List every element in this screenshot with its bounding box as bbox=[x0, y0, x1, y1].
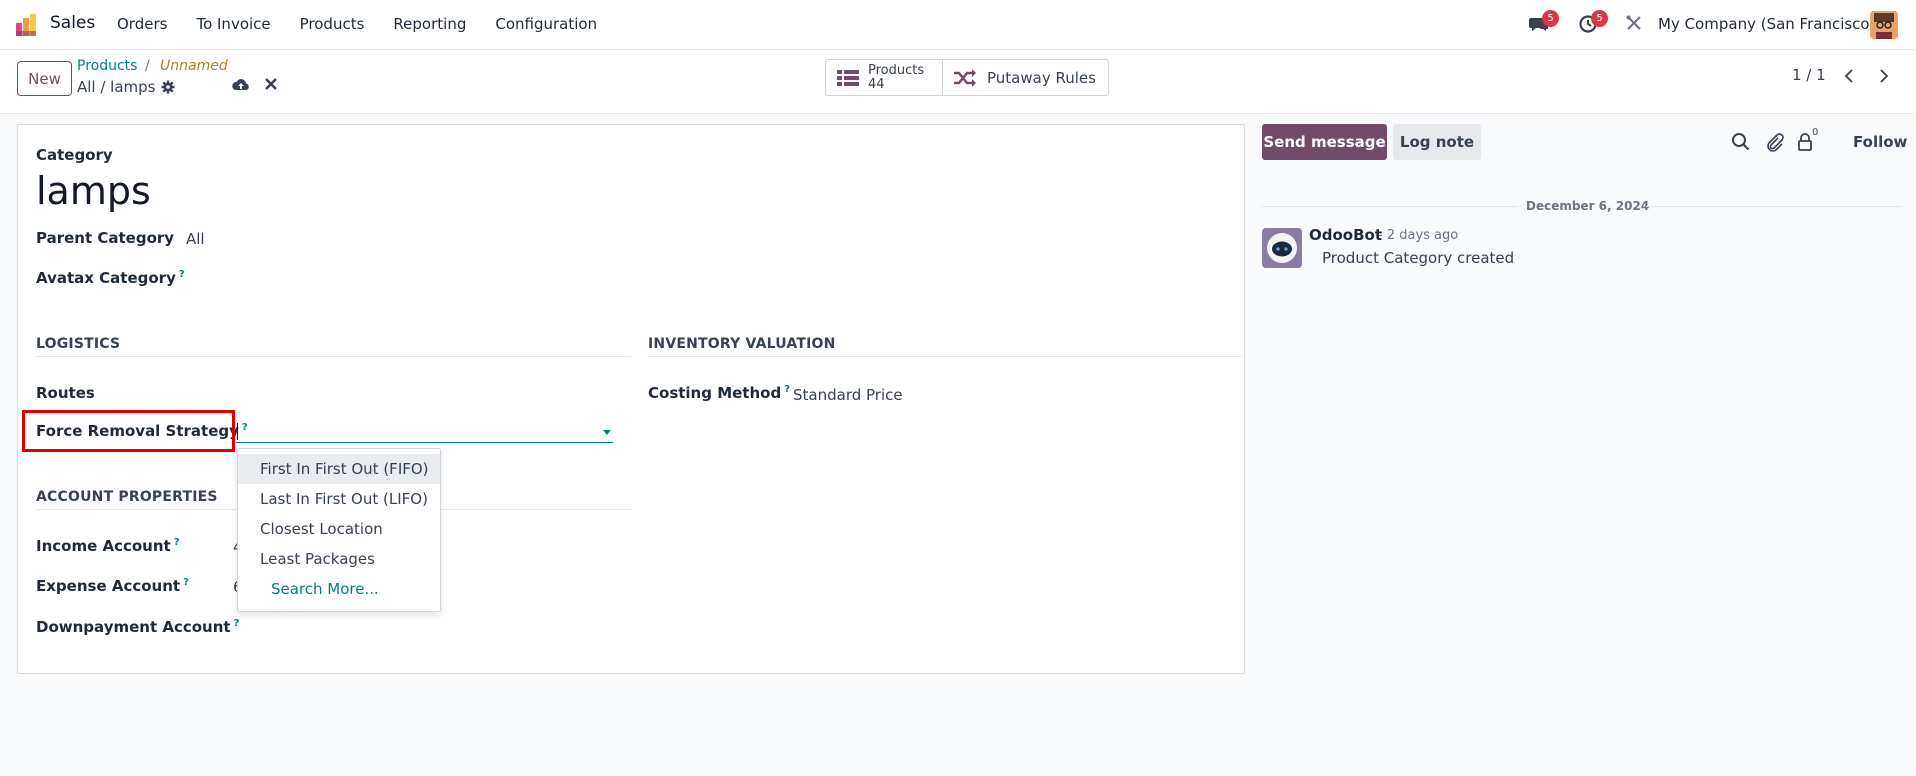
user-face-icon bbox=[1870, 11, 1898, 39]
menu-to-invoice[interactable]: To Invoice bbox=[196, 15, 270, 33]
dropdown-option-least-packages[interactable]: Least Packages bbox=[238, 544, 440, 574]
income-account-text: Income Account bbox=[36, 537, 171, 555]
user-lock-icon bbox=[1798, 133, 1812, 151]
dropdown-option-fifo[interactable]: First In First Out (FIFO) bbox=[238, 454, 440, 484]
app-name[interactable]: Sales bbox=[50, 13, 95, 33]
chevron-right-icon bbox=[1880, 69, 1889, 83]
putaway-rules-button[interactable]: Putaway Rules bbox=[942, 60, 1108, 95]
smart-buttons: Products 44 Putaway Rules bbox=[825, 59, 1109, 96]
text-caret bbox=[237, 423, 238, 440]
follow-button[interactable]: Follow bbox=[1853, 133, 1907, 151]
products-smart-count: 44 bbox=[868, 77, 885, 92]
sales-app-icon[interactable] bbox=[14, 12, 40, 38]
logistics-section-title: LOGISTICS bbox=[36, 336, 121, 352]
category-label: Category bbox=[36, 146, 113, 164]
company-switcher[interactable]: My Company (San Francisco) bbox=[1658, 15, 1875, 33]
downpayment-account-label: Downpayment Account? bbox=[36, 618, 239, 636]
shuffle-icon bbox=[954, 68, 976, 87]
tools-icon bbox=[1626, 15, 1641, 30]
gear-icon[interactable] bbox=[161, 80, 175, 94]
menu-configuration[interactable]: Configuration bbox=[495, 15, 597, 33]
removal-strategy-dropdown: First In First Out (FIFO) Last In First … bbox=[237, 448, 441, 612]
inventory-divider bbox=[648, 356, 1242, 357]
chevron-left-icon bbox=[1844, 69, 1853, 83]
help-tooltip-icon[interactable]: ? bbox=[174, 537, 180, 548]
message-author[interactable]: OdooBot bbox=[1309, 226, 1382, 244]
date-separator-line-left bbox=[1262, 206, 1518, 207]
activities-badge: 5 bbox=[1591, 10, 1608, 27]
dropdown-option-lifo[interactable]: Last In First Out (LIFO) bbox=[238, 484, 440, 514]
messages-badge: 5 bbox=[1542, 10, 1559, 27]
category-name-field[interactable]: lamps bbox=[36, 169, 151, 213]
avatax-category-text: Avatax Category bbox=[36, 269, 176, 287]
help-tooltip-icon[interactable]: ? bbox=[234, 618, 240, 629]
parent-category-field[interactable]: All bbox=[186, 230, 205, 248]
products-smart-label: Products bbox=[868, 63, 925, 78]
account-properties-title: ACCOUNT PROPERTIES bbox=[36, 489, 218, 505]
messages-button[interactable]: 5 bbox=[1529, 10, 1559, 36]
close-icon[interactable] bbox=[264, 77, 278, 91]
log-note-button[interactable]: Log note bbox=[1393, 124, 1481, 160]
debug-tools-button[interactable] bbox=[1625, 14, 1647, 36]
cloud-upload-icon[interactable] bbox=[232, 77, 250, 93]
expense-account-text: Expense Account bbox=[36, 577, 181, 595]
help-tooltip-icon[interactable]: ? bbox=[179, 269, 185, 280]
breadcrumb-unnamed[interactable]: Unnamed bbox=[160, 58, 228, 74]
dropdown-search-more[interactable]: Search More... bbox=[238, 574, 440, 604]
robot-icon bbox=[1262, 228, 1302, 268]
main-menu: Orders To Invoice Products Reporting Con… bbox=[117, 15, 626, 33]
downpayment-account-text: Downpayment Account bbox=[36, 618, 231, 636]
breadcrumb-products[interactable]: Products bbox=[77, 58, 137, 74]
force-removal-strategy-input[interactable] bbox=[236, 419, 613, 443]
paperclip-icon[interactable] bbox=[1764, 132, 1784, 152]
followers-count: 0 bbox=[1812, 127, 1819, 138]
menu-products[interactable]: Products bbox=[300, 15, 365, 33]
logistics-divider bbox=[36, 356, 631, 357]
control-panel: New Products / Unnamed All / lamps Produ… bbox=[0, 51, 1916, 114]
avatax-category-label: Avatax Category? bbox=[36, 269, 185, 287]
expense-account-label: Expense Account? bbox=[36, 577, 189, 595]
pager-next-button[interactable] bbox=[1868, 61, 1900, 91]
menu-orders[interactable]: Orders bbox=[117, 15, 167, 33]
followers-button[interactable]: 0 bbox=[1797, 127, 1827, 152]
products-smart-button[interactable]: Products 44 bbox=[826, 60, 942, 95]
income-account-label: Income Account? bbox=[36, 537, 180, 555]
putaway-rules-label: Putaway Rules bbox=[987, 68, 1096, 87]
pager-value[interactable]: 1 / 1 bbox=[1792, 66, 1826, 84]
chatter-panel: Send message Log note 0 December 6, 2024… bbox=[1262, 114, 1916, 776]
pager-previous-button[interactable] bbox=[1833, 61, 1865, 91]
date-separator-line-right bbox=[1646, 206, 1902, 207]
new-button[interactable]: New bbox=[17, 61, 72, 96]
date-separator-label: December 6, 2024 bbox=[1526, 199, 1650, 213]
send-message-button[interactable]: Send message bbox=[1262, 124, 1387, 160]
caret-down-icon[interactable] bbox=[603, 430, 611, 435]
breadcrumb-separator: / bbox=[145, 58, 150, 74]
parent-category-label: Parent Category bbox=[36, 229, 175, 247]
costing-method-label: Costing Method? bbox=[648, 384, 790, 402]
dropdown-option-closest-location[interactable]: Closest Location bbox=[238, 514, 440, 544]
date-separator: December 6, 2024 bbox=[1262, 199, 1902, 213]
help-tooltip-icon[interactable]: ? bbox=[784, 384, 790, 395]
form-sheet: Category lamps Parent Category All Avata… bbox=[17, 124, 1245, 674]
message-body: Product Category created bbox=[1322, 249, 1515, 267]
highlight-annotation bbox=[22, 410, 235, 452]
costing-method-text: Costing Method bbox=[648, 384, 782, 402]
user-avatar[interactable] bbox=[1870, 11, 1898, 39]
odoobot-avatar[interactable] bbox=[1262, 228, 1302, 268]
costing-method-field[interactable]: Standard Price bbox=[793, 386, 903, 404]
help-tooltip-icon[interactable]: ? bbox=[183, 577, 189, 588]
list-icon bbox=[837, 69, 859, 86]
breadcrumb-current-label: All / lamps bbox=[77, 78, 156, 96]
message-time: - 2 days ago bbox=[1378, 228, 1459, 243]
activities-button[interactable]: 5 bbox=[1578, 10, 1608, 36]
breadcrumb-current: All / lamps bbox=[77, 78, 175, 96]
search-icon[interactable] bbox=[1731, 132, 1751, 152]
top-navbar: Sales Orders To Invoice Products Reporti… bbox=[0, 0, 1916, 50]
inventory-valuation-title: INVENTORY VALUATION bbox=[648, 336, 836, 352]
menu-reporting[interactable]: Reporting bbox=[393, 15, 466, 33]
routes-label: Routes bbox=[36, 384, 95, 402]
